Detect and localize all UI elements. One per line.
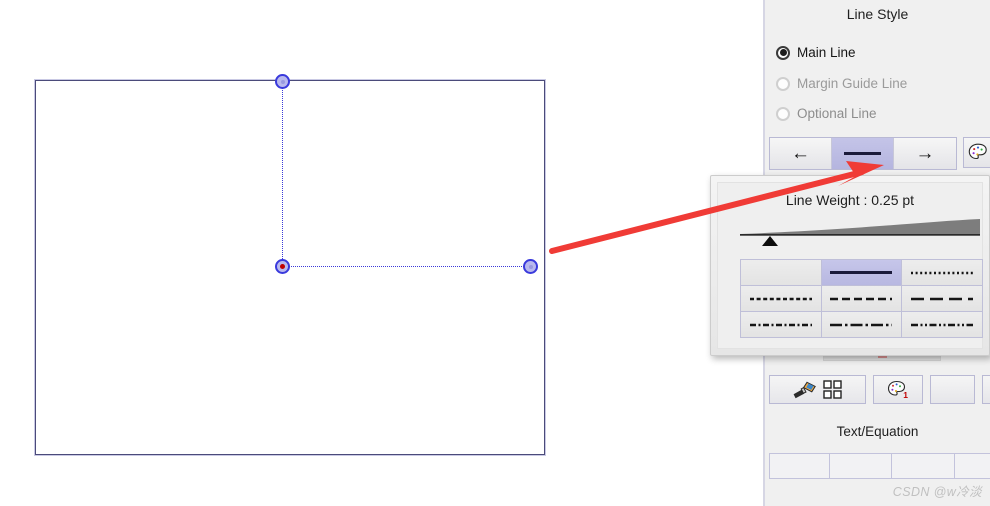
radio-margin-guide-line-label: Margin Guide Line <box>797 76 908 91</box>
pattern-fill-button[interactable] <box>769 375 866 404</box>
line-style-button-strip[interactable]: ← → <box>769 137 957 170</box>
horizontal-guide-line <box>282 266 530 267</box>
fill-tool-cell-2[interactable] <box>982 375 990 404</box>
dotted-line-icon <box>911 271 974 274</box>
radio-optional-line-label: Optional Line <box>797 106 877 121</box>
radio-unselected-icon <box>776 106 790 121</box>
solid-line-icon <box>844 152 881 155</box>
next-line-style-button[interactable]: → <box>894 138 956 169</box>
solid-line-icon <box>830 271 893 274</box>
dash-pattern-grid[interactable] <box>740 259 983 338</box>
radio-unselected-icon <box>776 76 790 91</box>
text-equation-cell-4[interactable] <box>954 453 990 479</box>
watermark: CSDN @w冷淡 <box>892 485 982 499</box>
dash-dot-long-line-icon <box>830 323 893 326</box>
paint-brush-icon <box>793 381 816 398</box>
text-equation-button-row <box>769 453 990 479</box>
text-equation-cell-1[interactable] <box>769 453 829 479</box>
text-equation-section-title: Text/Equation <box>836 424 919 439</box>
dash-pattern-dash-medium[interactable] <box>821 286 903 312</box>
dashed-line-small-icon <box>749 297 812 300</box>
popup-inner-surface: Line Weight : 0.25 pt <box>717 182 983 349</box>
radio-optional-line[interactable]: Optional Line <box>776 106 877 121</box>
text-equation-cell-2[interactable] <box>829 453 891 479</box>
fill-tools-row: 1 <box>769 375 990 404</box>
dash-dot-dot-line-icon <box>911 323 974 326</box>
fill-color-palette-button[interactable]: 1 <box>873 375 923 404</box>
line-weight-slider-thumb[interactable] <box>762 236 778 246</box>
radio-main-line-label: Main Line <box>797 45 856 60</box>
line-color-palette-button[interactable] <box>963 137 990 168</box>
dashed-line-medium-icon <box>830 297 893 300</box>
dash-pattern-dash-dot-2[interactable] <box>821 312 903 338</box>
grid-pattern-icon <box>823 379 842 399</box>
radio-main-line[interactable]: Main Line <box>776 45 856 60</box>
palette-icon <box>968 143 987 160</box>
palette-badge: 1 <box>903 390 908 400</box>
text-equation-cell-3[interactable] <box>891 453 954 479</box>
panel-title: Line Style <box>846 6 909 22</box>
dash-pattern-solid[interactable] <box>821 260 903 286</box>
current-line-style-button[interactable] <box>832 138 894 169</box>
line-weight-label: Line Weight : 0.25 pt <box>785 192 915 208</box>
top-resize-handle[interactable] <box>275 74 290 89</box>
dash-pattern-dash-large[interactable] <box>902 286 983 312</box>
radio-selected-icon <box>776 45 790 60</box>
selected-rectangle-shape[interactable] <box>35 80 545 455</box>
arrow-left-icon: ← <box>791 143 810 164</box>
drawing-canvas[interactable] <box>0 0 763 506</box>
dash-pattern-dash-dot[interactable] <box>741 312 822 338</box>
dash-dot-line-icon <box>749 323 812 326</box>
line-weight-popup[interactable]: Line Weight : 0.25 pt <box>710 175 990 356</box>
right-resize-handle[interactable] <box>523 259 538 274</box>
radio-margin-guide-line[interactable]: Margin Guide Line <box>776 76 907 91</box>
vertical-guide-line <box>282 81 283 267</box>
palette-icon: 1 <box>887 380 908 400</box>
dash-pattern-dash-dot-dot[interactable] <box>902 312 983 338</box>
fill-tool-cell-1[interactable] <box>930 375 975 404</box>
dash-pattern-dash-small[interactable] <box>741 286 822 312</box>
center-anchor-handle[interactable] <box>275 259 290 274</box>
previous-line-style-button[interactable]: ← <box>770 138 832 169</box>
dash-pattern-none[interactable] <box>741 260 822 286</box>
dash-pattern-dotted[interactable] <box>902 260 983 286</box>
arrow-right-icon: → <box>915 143 935 164</box>
dashed-line-large-icon <box>911 297 974 300</box>
